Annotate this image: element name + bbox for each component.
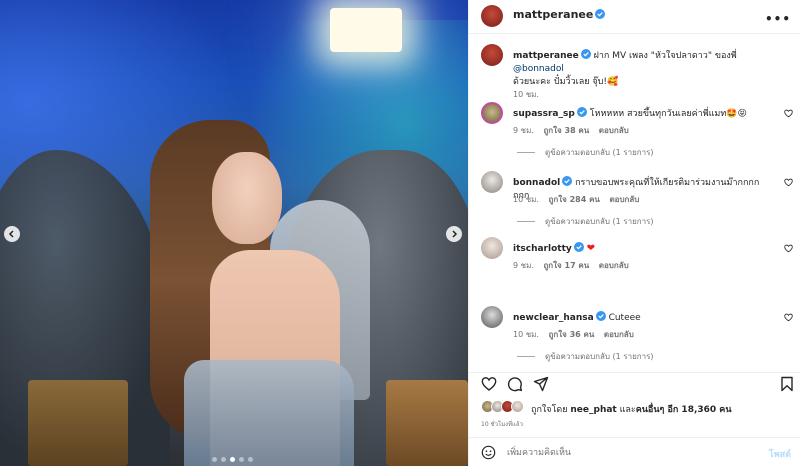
mention-link[interactable]: @bonnadol (513, 64, 564, 74)
verified-badge-icon (580, 49, 591, 59)
replies-divider (517, 356, 535, 357)
avatar[interactable] (481, 5, 503, 27)
post-comment-button[interactable]: โพสต์ (769, 447, 791, 461)
bookmark-save-icon[interactable] (779, 376, 795, 392)
comment-meta: 10 ชม. ถูกใจ 284 คน ตอบกลับ (513, 193, 646, 206)
comment-time[interactable]: 10 ชม. (513, 195, 539, 204)
comment-time[interactable]: 9 ชม. (513, 261, 534, 270)
comment-input[interactable] (507, 445, 747, 461)
face (212, 152, 282, 244)
view-replies-button[interactable]: ดูข้อความตอบกลับ (1 รายการ) (517, 215, 654, 228)
carousel-dots (212, 457, 253, 462)
post-sidebar: mattperanee ••• mattperanee ฝาก MV เพลง … (468, 0, 800, 466)
comment-likes[interactable]: ถูกใจ 17 คน (543, 261, 589, 270)
like-heart-icon[interactable] (481, 376, 497, 392)
comment-like-heart-icon[interactable] (784, 313, 793, 322)
comment-likes[interactable]: ถูกใจ 36 คน (549, 330, 595, 339)
more-options-button[interactable]: ••• (765, 12, 791, 26)
chevron-right-icon (452, 230, 458, 238)
comment-text: newclear_hansa Cuteee (513, 311, 773, 325)
verified-badge-icon (562, 176, 573, 186)
comments-list: mattperanee ฝาก MV เพลง "หัวใจปลาดาว" ขอ… (469, 34, 800, 364)
comment-time[interactable]: 9 ชม. (513, 126, 534, 135)
comment-like-heart-icon[interactable] (784, 178, 793, 187)
verified-badge-icon (576, 107, 587, 117)
prop-table (28, 380, 128, 466)
comment-like-heart-icon[interactable] (784, 109, 793, 118)
caption-text: mattperanee ฝาก MV เพลง "หัวใจปลาดาว" ขอ… (513, 49, 773, 89)
woman-figure (150, 110, 354, 466)
carousel-dot-active (230, 457, 235, 462)
comment-like-heart-icon[interactable] (784, 244, 793, 253)
comment-username[interactable]: supassra_sp (513, 109, 575, 119)
caption-body-line2: ด้วยนะคะ ปั๋มวิ้วเลย จุ๊บ!🥰 (513, 77, 619, 87)
comment-text: supassra_sp โหหหหห สวยขึ้นทุกวันเลยค่าพี… (513, 107, 773, 121)
likes-summary: ถูกใจโดย nee_phat และคนอื่นๆ อีก 18,360 … (481, 400, 791, 416)
stage-light (330, 8, 402, 52)
carousel-next-button[interactable] (446, 226, 462, 242)
likes-text: ถูกใจโดย nee_phat และคนอื่นๆ อีก 18,360 … (531, 402, 731, 416)
avatar[interactable] (481, 102, 503, 124)
comment-username[interactable]: itscharlotty (513, 244, 572, 254)
action-bar (469, 372, 800, 396)
avatar[interactable] (481, 306, 503, 328)
carousel-dot (248, 457, 253, 462)
replies-divider (517, 221, 535, 222)
avatar[interactable] (481, 44, 503, 66)
avatar[interactable] (481, 237, 503, 259)
avatar[interactable] (481, 171, 503, 193)
post-author-username[interactable]: mattperanee (513, 8, 606, 21)
view-replies-label[interactable]: ดูข้อความตอบกลับ (1 รายการ) (545, 215, 654, 228)
comment-username[interactable]: newclear_hansa (513, 313, 594, 323)
comment-likes[interactable]: ถูกใจ 38 คน (543, 126, 589, 135)
view-replies-button[interactable]: ดูข้อความตอบกลับ (1 รายการ) (517, 146, 654, 159)
post-header: mattperanee ••• (469, 0, 800, 34)
comment-time[interactable]: 10 ชม. (513, 330, 539, 339)
caption-body: ฝาก MV เพลง "หัวใจปลาดาว" ของพี่ (593, 51, 737, 61)
comment-meta: 9 ชม. ถูกใจ 17 คน ตอบกลับ (513, 259, 636, 272)
add-comment-bar: โพสต์ (469, 437, 800, 466)
carousel-prev-button[interactable] (4, 226, 20, 242)
likes-prefix: ถูกใจโดย (531, 405, 571, 415)
comment-body: Cuteee (608, 313, 641, 323)
comment-username[interactable]: bonnadol (513, 178, 560, 188)
caption-username[interactable]: mattperanee (513, 51, 579, 61)
share-send-icon[interactable] (533, 376, 549, 392)
carousel-dot (221, 457, 226, 462)
reply-button[interactable]: ตอบกลับ (609, 195, 639, 204)
view-replies-label[interactable]: ดูข้อความตอบกลับ (1 รายการ) (545, 350, 654, 363)
replies-divider (517, 152, 535, 153)
reply-button[interactable]: ตอบกลับ (599, 261, 629, 270)
post-media (0, 0, 468, 466)
post-timestamp[interactable]: 10 ชั่วโมงที่แล้ว (481, 419, 523, 429)
username-text[interactable]: mattperanee (513, 8, 593, 21)
liker-avatar[interactable] (511, 400, 524, 413)
likes-middle: และ (616, 405, 636, 415)
comment-likes[interactable]: ถูกใจ 284 คน (549, 195, 600, 204)
view-replies-label[interactable]: ดูข้อความตอบกลับ (1 รายการ) (545, 146, 654, 159)
comment-body: ❤ (586, 243, 596, 254)
caption-meta: 10 ชม. (513, 88, 546, 101)
verified-badge-icon (595, 9, 606, 19)
likes-others-link[interactable]: คนอื่นๆ อีก 18,360 คน (636, 405, 732, 415)
verified-badge-icon (595, 311, 606, 321)
comment-bubble-icon[interactable] (507, 376, 523, 392)
comment-meta: 9 ชม. ถูกใจ 38 คน ตอบกลับ (513, 124, 636, 137)
reply-button[interactable]: ตอบกลับ (599, 126, 629, 135)
comment-meta: 10 ชม. ถูกใจ 36 คน ตอบกลับ (513, 328, 641, 341)
reply-button[interactable]: ตอบกลับ (604, 330, 634, 339)
view-replies-button[interactable]: ดูข้อความตอบกลับ (1 รายการ) (517, 350, 654, 363)
silver-dress (184, 360, 354, 466)
carousel-dot (239, 457, 244, 462)
chevron-left-icon (8, 230, 14, 238)
caption-time[interactable]: 10 ชม. (513, 90, 539, 99)
emoji-picker-icon[interactable] (481, 445, 496, 460)
comment-body: โหหหหห สวยขึ้นทุกวันเลยค่าพี่แมท🤩😝 (589, 109, 747, 119)
comment-text: itscharlotty ❤ (513, 242, 773, 256)
carousel-dot (212, 457, 217, 462)
liker-username[interactable]: nee_phat (570, 405, 616, 415)
verified-badge-icon (573, 242, 584, 252)
treasure-chest (386, 380, 468, 466)
